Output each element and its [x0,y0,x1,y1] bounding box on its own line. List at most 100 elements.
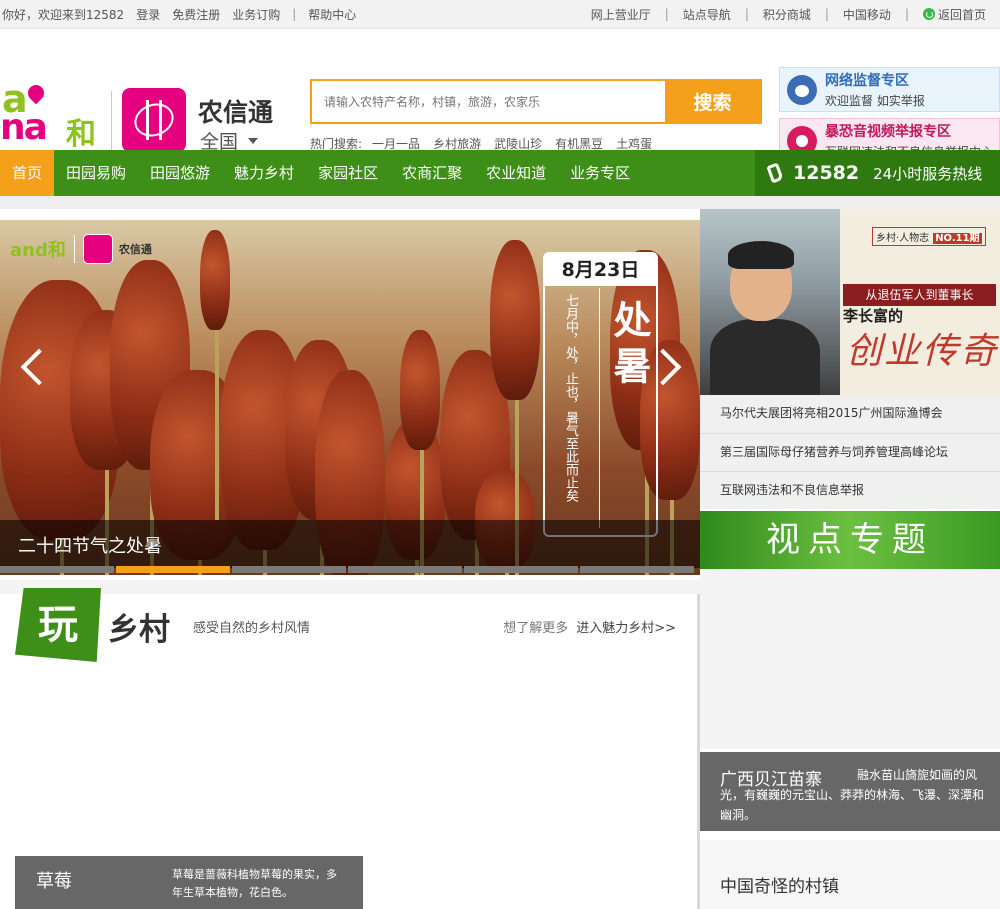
main-nav: 首页 田园易购 田园悠游 魅力乡村 家园社区 农商汇聚 农业知道 业务专区 12… [0,150,1000,196]
logo-stem [146,100,162,140]
network-supervision-promo[interactable]: 网络监督专区 欢迎监督 如实举报 [779,67,1000,112]
card-title: 草莓 [36,871,72,892]
register-link[interactable]: 免费注册 [172,6,220,23]
village-card[interactable]: 广西贝江苗寨 融水苗山旖旎如画的风光，有巍巍的元宝山、莽莽的林海、飞瀑、深潭和幽… [700,752,1000,831]
prev-arrow-icon[interactable] [20,348,44,388]
hotline-number: 12582 [793,162,860,184]
hotline: 12582 24小时服务热线 [755,150,1000,196]
banner-logo-divider [73,235,75,263]
back-home-label: 返回首页 [937,7,986,22]
site-nav-link[interactable]: 站点导航 [683,6,731,23]
divider: | [744,7,749,21]
sorghum-head [490,240,540,400]
solar-term-poem: 七月中，处，止也，暑气至此而止矣 [563,294,578,502]
logo-divider [111,91,112,151]
slider-dot[interactable] [116,566,230,573]
card-desc: 融水苗山旖旎如画的风光，有巍巍的元宝山、莽莽的林海、飞瀑、深潭和幽洞。 [720,768,985,822]
nav-item-services[interactable]: 业务专区 [558,150,642,196]
news-item[interactable]: 第三届国际母仔猪营养与饲养管理高峰论坛 [700,433,1000,471]
divider: | [824,7,829,21]
logo-he: 和 [66,117,96,152]
news-item[interactable]: 马尔代夫展团将亮相2015广州国际渔博会 [700,395,1000,433]
card-desc: 草莓是蔷薇科植物草莓的果实，多年生草本植物，花白色。 [172,868,337,899]
top-bar-right: 网上营业厅 | 站点导航 | 积分商城 | 中国移动 | 返回首页 [577,6,1000,23]
nav-item-business[interactable]: 农商汇聚 [390,150,474,196]
strange-village-card[interactable]: 中国奇怪的村镇 [700,840,1000,909]
nav-item-shop[interactable]: 田园易购 [54,150,138,196]
photo-body [710,319,820,399]
slider-dot[interactable] [232,566,346,573]
magazine-label: 乡村·人物志 NO.11期 [872,227,986,246]
divider: | [292,7,297,21]
enter-village-link[interactable]: 进入魅力乡村>> [576,621,676,636]
photo-hair [728,241,794,269]
news-item[interactable]: 互联网违法和不良信息举报 [700,471,1000,509]
home-icon [922,8,935,20]
magazine-issue: NO.11期 [933,233,982,244]
section-title: 乡村 [108,612,170,648]
banner-logo-and: and和 [10,240,66,261]
back-home-link[interactable]: 返回首页 [922,6,986,23]
feature-subtitle: 从退伍军人到董事长 [843,284,996,306]
banner-caption-bar: 二十四节气之处暑 [0,520,700,568]
nav-item-travel[interactable]: 田园悠游 [138,150,222,196]
section-more: 想了解更多 进入魅力乡村>> [503,617,676,636]
feature-banner[interactable]: 乡村·人物志 NO.11期 从退伍军人到董事长 李长富的 创业传奇 [700,209,1000,399]
right-image-placeholder [700,569,1000,749]
promo-title: 网络监督专区 [825,73,909,89]
promo-title: 暴恐音视频举报专区 [825,124,951,140]
topic-banner[interactable]: 视点专题 [700,511,1000,569]
nongxintong-logo-icon [122,88,186,152]
help-link[interactable]: 帮助中心 [308,6,356,23]
police-icon [787,74,817,105]
brand-name: 农信通 [198,98,274,127]
feature-headline: 创业传奇 [846,331,999,372]
banner-logo-name: 农信通 [118,243,152,256]
next-arrow-icon[interactable] [658,348,682,388]
caret-down-icon [248,137,259,144]
section-badge: 玩 [15,588,101,662]
login-link[interactable]: 登录 [136,6,160,23]
solar-term-card: 8月23日 七月中，处，止也，暑气至此而止矣 处暑 [543,252,658,537]
banner-slider[interactable]: and和 农信通 8月23日 七月中，处，止也，暑气至此而止矣 处暑 二十四节气… [0,220,700,575]
header: a na 和 农信通 全国 搜索 热门搜索: 一月一品 乡村旅游 武陵山珍 有机… [0,29,1000,163]
subscribe-link[interactable]: 业务订购 [232,6,280,23]
slider-dot[interactable] [348,566,462,573]
solar-term-date: 8月23日 [545,254,656,286]
banner-logo-icon [82,234,113,264]
section-desc: 感受自然的乡村风情 [193,621,311,636]
strawberry-card[interactable]: 草莓 草莓是蔷薇科植物草莓的果实，多年生草本植物，花白色。 [15,856,363,909]
nav-item-community[interactable]: 家园社区 [306,150,390,196]
slider-dot[interactable] [580,566,694,573]
points-mall-link[interactable]: 积分商城 [763,6,811,23]
slider-dot[interactable] [0,566,114,573]
divider: | [664,7,669,21]
nav-item-knowledge[interactable]: 农业知道 [474,150,558,196]
nav-item-village[interactable]: 魅力乡村 [222,150,306,196]
promo-text: 网络监督专区 欢迎监督 如实举报 [825,70,925,109]
sorghum-head [400,330,440,450]
banner-logo: and和 农信通 [10,234,152,264]
china-mobile-link[interactable]: 中国移动 [843,6,891,23]
person-photo [700,209,840,399]
section-header: 玩 乡村 感受自然的乡村风情 想了解更多 进入魅力乡村>> [15,588,700,662]
hotline-text: 24小时服务热线 [873,164,983,183]
nav-item-home[interactable]: 首页 [0,150,55,196]
card-divider [599,288,600,528]
search-input[interactable] [312,81,665,122]
magazine-name: 乡村·人物志 [876,233,930,244]
logo-pin-icon [24,81,48,105]
slider-dot[interactable] [464,566,578,573]
top-bar: 你好，欢迎来到12582 登录 免费注册 业务订购 | 帮助中心 网上营业厅 |… [0,0,1000,29]
more-label: 想了解更多 [503,621,569,636]
search-box: 搜索 [310,79,762,124]
banner-caption[interactable]: 二十四节气之处暑 [18,532,162,558]
top-bar-left: 你好，欢迎来到12582 登录 免费注册 业务订购 | 帮助中心 [0,6,368,23]
promo-subtitle: 欢迎监督 如实举报 [825,94,925,108]
card-title: 中国奇怪的村镇 [720,877,839,897]
divider: | [904,7,909,21]
spacer [0,196,1000,209]
online-hall-link[interactable]: 网上营业厅 [591,6,651,23]
news-list: 马尔代夫展团将亮相2015广州国际渔博会 第三届国际母仔猪营养与饲养管理高峰论坛… [700,395,1000,509]
search-button[interactable]: 搜索 [665,81,760,122]
